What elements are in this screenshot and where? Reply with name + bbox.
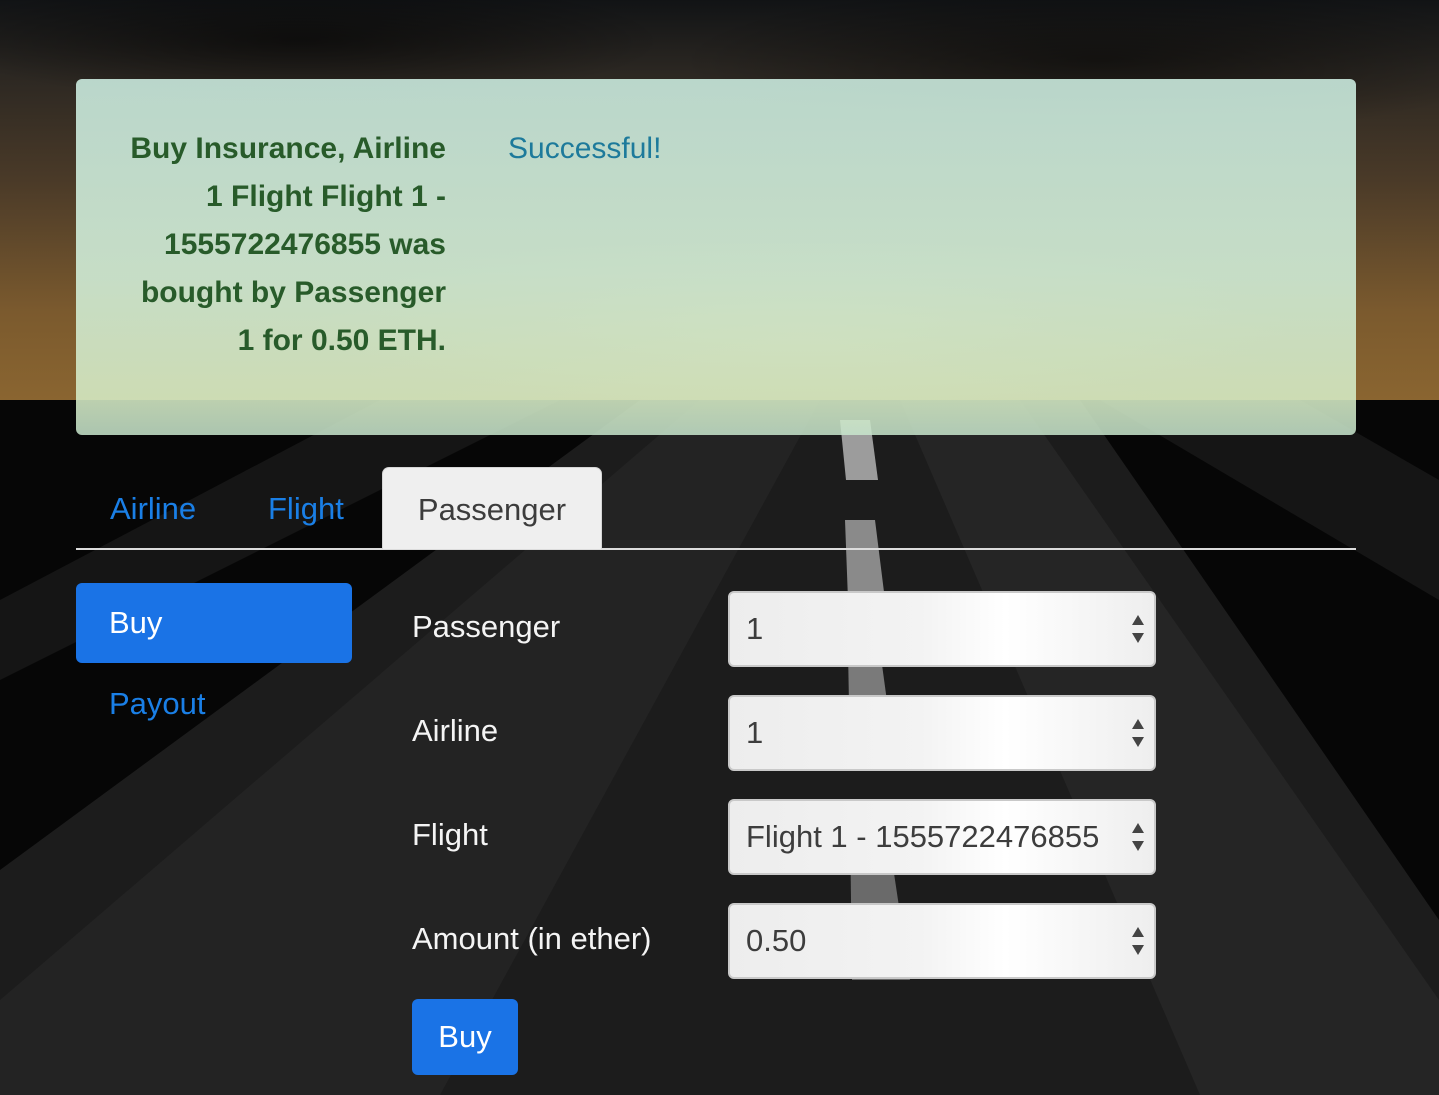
amount-label: Amount (in ether) bbox=[412, 921, 652, 956]
side-nav-buy[interactable]: Buy bbox=[76, 583, 352, 663]
flight-select[interactable]: Flight 1 - 1555722476855 bbox=[728, 799, 1156, 875]
passenger-select[interactable]: 1 bbox=[728, 591, 1156, 667]
airline-label: Airline bbox=[412, 713, 499, 748]
buy-button[interactable]: Buy bbox=[412, 999, 518, 1075]
alert-status-text: Successful! bbox=[508, 132, 662, 165]
passenger-label: Passenger bbox=[412, 609, 561, 644]
amount-select-value: 0.50 bbox=[746, 923, 807, 958]
select-arrows-icon bbox=[1132, 615, 1144, 643]
main-tabs: Airline Flight Passenger bbox=[76, 467, 1356, 550]
tab-airline[interactable]: Airline bbox=[110, 467, 196, 549]
amount-select[interactable]: 0.50 bbox=[728, 903, 1156, 979]
airline-select-value: 1 bbox=[746, 715, 764, 750]
tab-flight[interactable]: Flight bbox=[268, 467, 344, 549]
select-arrows-icon bbox=[1132, 719, 1144, 747]
success-alert: Buy Insurance, Airline 1 Flight Flight 1… bbox=[76, 79, 1356, 435]
select-arrows-icon bbox=[1132, 823, 1144, 851]
flight-label: Flight bbox=[412, 817, 488, 852]
passenger-select-value: 1 bbox=[746, 611, 764, 646]
airline-select[interactable]: 1 bbox=[728, 695, 1156, 771]
tab-passenger[interactable]: Passenger bbox=[382, 467, 602, 549]
flight-select-value: Flight 1 - 1555722476855 bbox=[746, 819, 1100, 854]
side-nav-payout[interactable]: Payout bbox=[76, 664, 352, 744]
alert-detail-text: Buy Insurance, Airline 1 Flight Flight 1… bbox=[130, 132, 446, 357]
select-arrows-icon bbox=[1132, 927, 1144, 955]
